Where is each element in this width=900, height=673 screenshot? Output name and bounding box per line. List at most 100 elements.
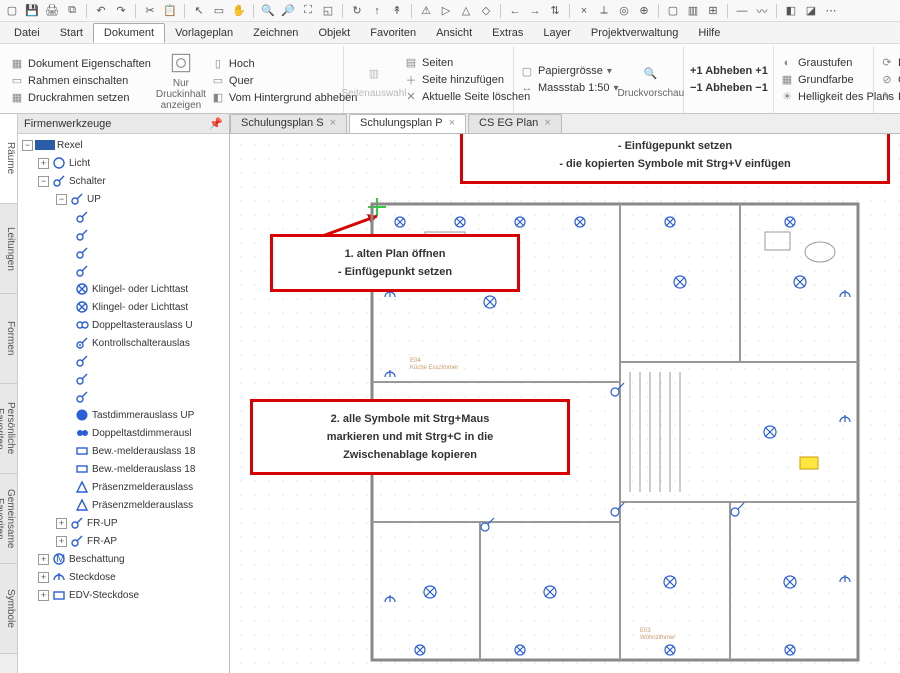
clip-icon[interactable]: ◧ xyxy=(783,3,799,19)
tree-item[interactable] xyxy=(18,370,229,388)
symbol-tree[interactable]: −Rexel +Licht −Schalter −UP Klingel- ode… xyxy=(18,134,229,673)
paste-icon[interactable]: 📋 xyxy=(162,3,178,19)
ribbon-scale[interactable]: ↔Massstab 1:50 ▾ xyxy=(520,80,619,96)
ribbon-orient-portrait[interactable]: ▯Hoch xyxy=(211,56,357,72)
marker-icon[interactable]: ◇ xyxy=(478,3,494,19)
tree-frup[interactable]: +FR-UP xyxy=(18,514,229,532)
tree-schalter[interactable]: −Schalter xyxy=(18,172,229,190)
ribbon-papersize[interactable]: ▢Papiergrösse ▾ xyxy=(520,63,619,79)
tree-root[interactable]: −Rexel xyxy=(18,136,229,154)
close-icon[interactable]: × xyxy=(449,117,455,129)
misc1-icon[interactable]: × xyxy=(576,3,592,19)
side-tab-lines[interactable]: Leitungen xyxy=(0,204,17,294)
tool2-icon[interactable]: ↟ xyxy=(389,3,405,19)
warn-icon[interactable]: ⚠ xyxy=(418,3,434,19)
tree-item[interactable]: Bew.-melderauslass 18 xyxy=(18,442,229,460)
ribbon-lift-up[interactable]: +1 Abheben +1 xyxy=(690,63,768,79)
tree-item[interactable]: Klingel- oder Lichttast xyxy=(18,298,229,316)
pointer-icon[interactable]: ↖ xyxy=(191,3,207,19)
tree-item[interactable]: Präsenzmelderauslass xyxy=(18,496,229,514)
side-tab-rooms[interactable]: Räume xyxy=(0,114,17,204)
sq3-icon[interactable]: ⊞ xyxy=(705,3,721,19)
select-icon[interactable]: ▭ xyxy=(211,3,227,19)
tool-icon[interactable]: ↑ xyxy=(369,3,385,19)
tree-edv[interactable]: +EDV-Steckdose xyxy=(18,586,229,604)
cut-icon[interactable]: ✂ xyxy=(142,3,158,19)
close-icon[interactable]: × xyxy=(330,117,336,129)
tree-item[interactable]: Kontrollschalterauslas xyxy=(18,334,229,352)
zoom-out-icon[interactable]: 🔎 xyxy=(280,3,296,19)
ribbon-frame-on[interactable]: ▭Rahmen einschalten xyxy=(10,73,151,89)
tree-item[interactable]: Doppeltastdimmerausl xyxy=(18,424,229,442)
tree-item[interactable] xyxy=(18,226,229,244)
zoom-window-icon[interactable]: ◱ xyxy=(320,3,336,19)
tree-item[interactable]: Präsenzmelderauslass xyxy=(18,478,229,496)
ribbon-lift-down[interactable]: −1 Abheben −1 xyxy=(690,80,768,96)
tree-item[interactable]: Bew.-melderauslass 18 xyxy=(18,460,229,478)
menu-ansicht[interactable]: Ansicht xyxy=(426,24,482,42)
tree-item[interactable] xyxy=(18,244,229,262)
arrow-r-icon[interactable]: → xyxy=(527,3,543,19)
flag-icon[interactable]: ▷ xyxy=(438,3,454,19)
tree-item[interactable]: Klingel- oder Lichttast xyxy=(18,280,229,298)
tree-item[interactable] xyxy=(18,262,229,280)
hand-icon[interactable]: ✋ xyxy=(231,3,247,19)
more-icon[interactable]: ⋯ xyxy=(823,3,839,19)
ribbon-printonly[interactable]: Nur Druckinhaltanzeigen xyxy=(157,48,205,113)
ribbon-orient-landscape[interactable]: ▭Quer xyxy=(211,73,357,89)
tree-item[interactable] xyxy=(18,208,229,226)
tree-steck[interactable]: +Steckdose xyxy=(18,568,229,586)
side-tab-shapes[interactable]: Formen xyxy=(0,294,17,384)
tree-licht[interactable]: +Licht xyxy=(18,154,229,172)
save-icon[interactable]: 💾 xyxy=(24,3,40,19)
menu-hilfe[interactable]: Hilfe xyxy=(688,24,730,42)
tri-icon[interactable]: △ xyxy=(458,3,474,19)
misc4-icon[interactable]: ⊕ xyxy=(636,3,652,19)
sq2-icon[interactable]: ▥ xyxy=(685,3,701,19)
erase-icon[interactable]: ◪ xyxy=(803,3,819,19)
side-tab-symbols[interactable]: Symbole xyxy=(0,564,17,654)
tree-up[interactable]: −UP xyxy=(18,190,229,208)
menu-zeichnen[interactable]: Zeichnen xyxy=(243,24,308,42)
ribbon-doc-props[interactable]: ▦Dokument Eigenschaften xyxy=(10,56,151,72)
zoom-fit-icon[interactable]: ⛶ xyxy=(300,3,316,19)
side-tab-personal[interactable]: Persönliche Favoriten xyxy=(0,384,17,474)
tree-item[interactable] xyxy=(18,352,229,370)
menu-projekt[interactable]: Projektverwaltung xyxy=(581,24,688,42)
pin-icon[interactable]: 📌 xyxy=(209,117,223,130)
wave-icon[interactable]: 〰 xyxy=(754,3,770,19)
menu-favoriten[interactable]: Favoriten xyxy=(360,24,426,42)
redo-icon[interactable]: ↷ xyxy=(113,3,129,19)
side-tab-shared[interactable]: Gemeinsame Favoriten xyxy=(0,474,17,564)
ribbon-zero-angle[interactable]: ⊘Grundrisswinkel nullen xyxy=(880,72,900,88)
ribbon-edit-pos[interactable]: ✎Position bearbeiten xyxy=(880,89,900,105)
menu-layer[interactable]: Layer xyxy=(533,24,581,42)
line-icon[interactable]: — xyxy=(734,3,750,19)
new-icon[interactable]: ▢ xyxy=(4,3,20,19)
misc2-icon[interactable]: ⟂ xyxy=(596,3,612,19)
tool3-icon[interactable]: ⇅ xyxy=(547,3,563,19)
doc-tab-2[interactable]: CS EG Plan× xyxy=(468,114,562,133)
menu-start[interactable]: Start xyxy=(50,24,93,42)
sq1-icon[interactable]: ▢ xyxy=(665,3,681,19)
tree-item[interactable] xyxy=(18,388,229,406)
ribbon-angle[interactable]: ⟳Drehwinkel (°) xyxy=(880,55,900,71)
misc3-icon[interactable]: ◎ xyxy=(616,3,632,19)
ribbon-lift-bg[interactable]: ◧Vom Hintergrund abheben xyxy=(211,90,357,106)
tree-frap[interactable]: +FR-AP xyxy=(18,532,229,550)
copy-icon[interactable]: ⧉ xyxy=(64,3,80,19)
doc-tab-0[interactable]: Schulungsplan S× xyxy=(230,114,347,133)
menu-datei[interactable]: Datei xyxy=(4,24,50,42)
ribbon-print-preview[interactable]: 🔍 Druckvorschau xyxy=(625,48,677,111)
tree-besch[interactable]: +MBeschattung xyxy=(18,550,229,568)
ribbon-printframe[interactable]: ▦Druckrahmen setzen xyxy=(10,90,151,106)
zoom-in-icon[interactable]: 🔍 xyxy=(260,3,276,19)
ribbon-page-select[interactable]: ▥ Seitenauswahl xyxy=(350,48,398,111)
print-icon[interactable]: 🖨 xyxy=(44,3,60,19)
menu-vorlage[interactable]: Vorlageplan xyxy=(165,24,243,42)
tree-item[interactable]: Doppeltasterauslass U xyxy=(18,316,229,334)
undo-icon[interactable]: ↶ xyxy=(93,3,109,19)
close-icon[interactable]: × xyxy=(544,117,550,129)
arrow-l-icon[interactable]: ← xyxy=(507,3,523,19)
doc-tab-1[interactable]: Schulungsplan P× xyxy=(349,114,466,133)
